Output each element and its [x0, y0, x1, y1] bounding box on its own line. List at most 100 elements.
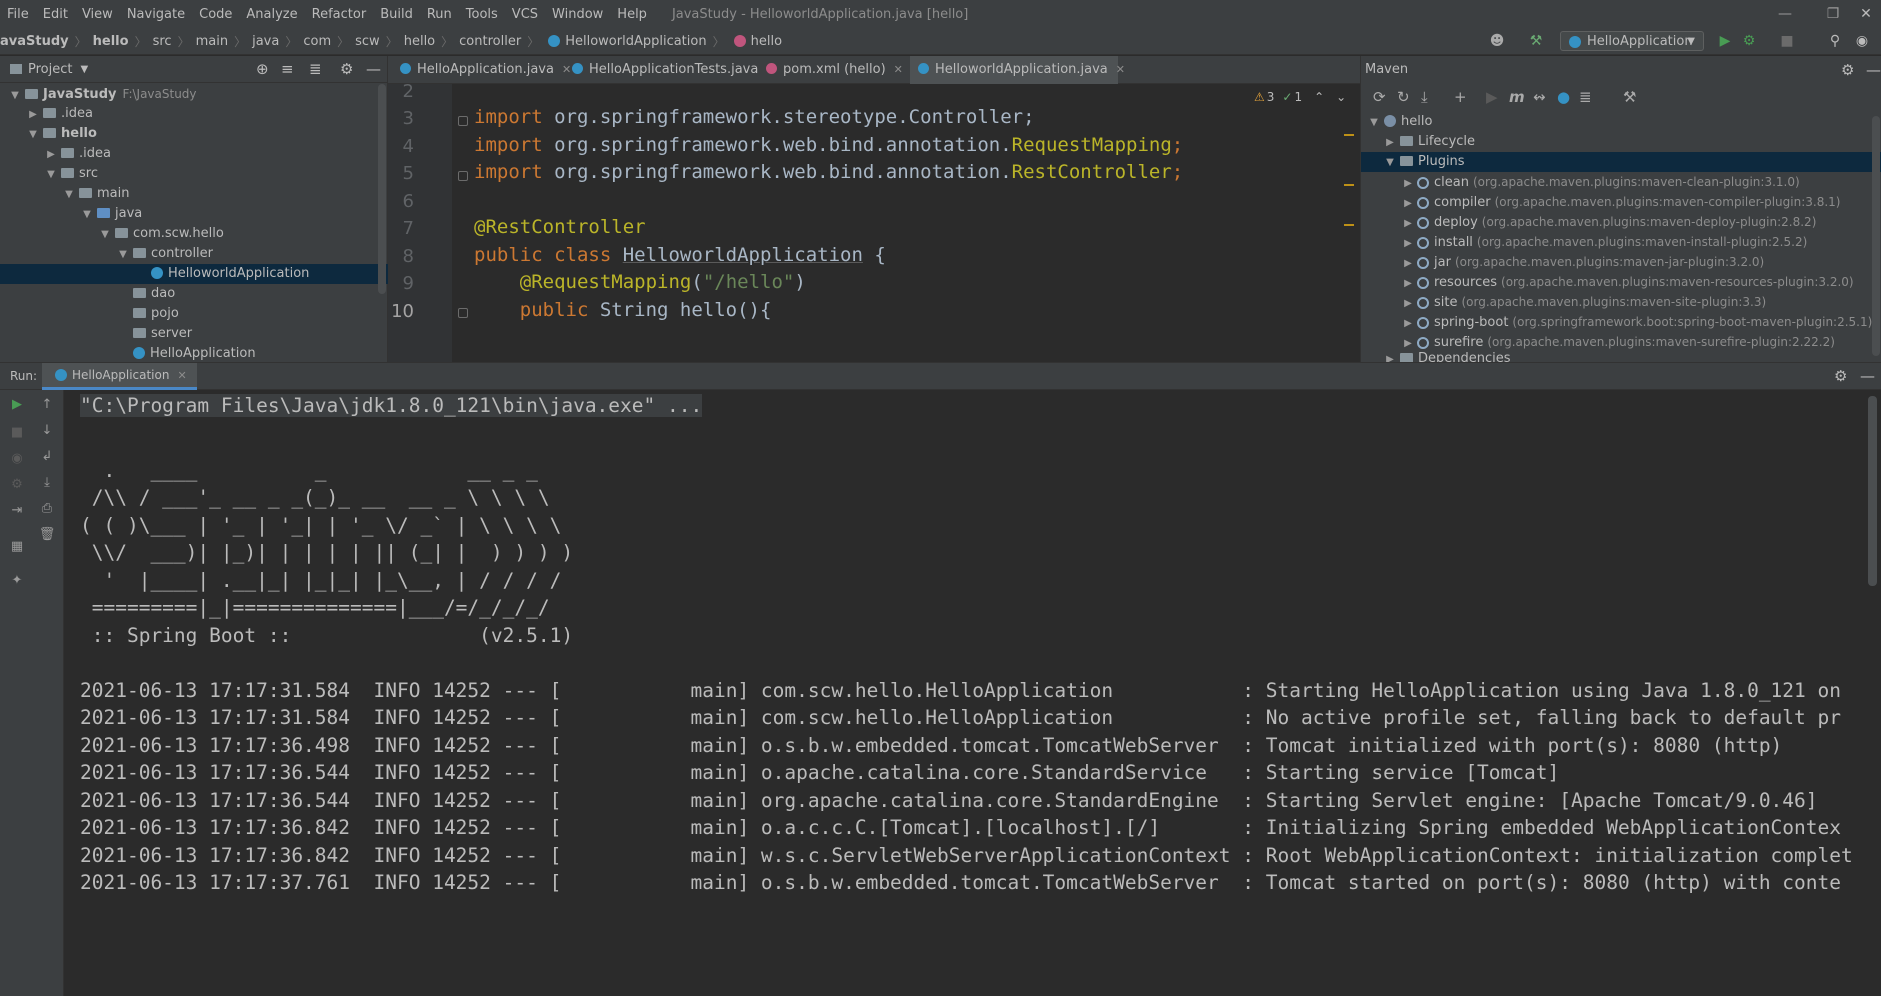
menu-file[interactable]: File — [0, 7, 36, 22]
code-editor[interactable]: 2 3 4 5 6 7 8 9 10 import org.springfram… — [388, 81, 1360, 362]
menu-view[interactable]: View — [75, 7, 120, 22]
gear-icon[interactable]: ⚙ — [340, 60, 353, 78]
arrow-down-icon[interactable]: ↓ — [38, 422, 56, 440]
menu-edit[interactable]: Edit — [36, 7, 75, 22]
menu-refactor[interactable]: Refactor — [305, 7, 374, 22]
error-stripe-marker[interactable] — [1344, 184, 1354, 186]
reimport-icon[interactable]: ↻ — [1397, 88, 1410, 106]
breadcrumb-item[interactable]: src — [153, 34, 172, 49]
add-icon[interactable]: + — [1454, 88, 1467, 106]
chevron-right-icon[interactable]: ▶ — [1401, 214, 1415, 234]
fold-icon[interactable] — [458, 308, 468, 318]
close-icon[interactable]: ✕ — [177, 369, 186, 382]
breadcrumb-item[interactable]: com — [303, 34, 331, 49]
chevron-right-icon[interactable]: ▶ — [1401, 254, 1415, 274]
stop-icon[interactable]: ■ — [8, 424, 26, 442]
chevron-right-icon[interactable]: ▶ — [1383, 133, 1397, 153]
maven-plugin-clean[interactable]: ▶ clean (org.apache.maven.plugins:maven-cl… — [1361, 172, 1881, 192]
breadcrumb-item[interactable]: main — [196, 34, 228, 49]
maven-item-lifecycle[interactable]: ▶ Lifecycle — [1361, 132, 1881, 152]
tab-helloapplicationtests[interactable]: HelloApplicationTests.java✕ — [564, 56, 776, 84]
breadcrumb-item[interactable]: avaStudy — [0, 34, 69, 49]
wrench-icon[interactable]: ⚒ — [1623, 88, 1636, 106]
chevron-down-icon[interactable]: ▼ — [26, 125, 40, 145]
maven-item-dependencies[interactable]: ▶ Dependencies — [1361, 352, 1881, 362]
maven-plugin-site[interactable]: ▶ site (org.apache.maven.plugins:maven-sit… — [1361, 292, 1881, 312]
tree-item-javastudy[interactable]: ▼ JavaStudy F:\JavaStudy — [0, 84, 396, 104]
chevron-down-icon[interactable]: ▼ — [80, 205, 94, 225]
menu-window[interactable]: Window — [545, 7, 610, 22]
build-hammer-icon[interactable]: ⚒ — [1527, 32, 1545, 50]
debug-icon[interactable]: ⚙ — [1740, 32, 1758, 50]
maven-plugin-resources[interactable]: ▶ resources (org.apache.maven.plugins:mave… — [1361, 272, 1881, 292]
run-icon[interactable]: ▶ — [1716, 32, 1734, 50]
chevron-up-icon[interactable]: ⌃ — [1314, 90, 1324, 104]
chevron-right-icon[interactable]: ▶ — [1401, 174, 1415, 194]
chevron-down-icon[interactable]: ▼ — [1383, 153, 1397, 173]
tab-helloapplication[interactable]: HelloApplication.java ✕ — [392, 56, 571, 84]
scrollbar[interactable] — [1868, 396, 1877, 586]
breadcrumb-item[interactable]: hello — [404, 34, 435, 49]
chevron-down-icon[interactable]: ▼ — [80, 64, 88, 75]
chevron-down-icon[interactable]: ▼ — [44, 165, 58, 185]
stop-icon[interactable]: ■ — [1778, 32, 1796, 50]
settings-icon[interactable]: ⚙ — [8, 476, 26, 494]
error-stripe-marker[interactable] — [1344, 224, 1354, 226]
tab-run-helloapplication[interactable]: HelloApplication ✕ — [42, 363, 197, 390]
scrollbar[interactable] — [378, 84, 386, 294]
run-config-select[interactable]: HelloApplication ▼ — [1560, 31, 1704, 51]
expand-all-icon[interactable]: ≡ — [281, 60, 294, 78]
chevron-right-icon[interactable]: ▶ — [1383, 353, 1397, 362]
hide-icon[interactable]: — — [1866, 61, 1881, 79]
hide-icon[interactable]: — — [366, 60, 381, 78]
arrow-up-icon[interactable]: ↑ — [38, 396, 56, 414]
fold-icon[interactable] — [458, 116, 468, 126]
menu-navigate[interactable]: Navigate — [120, 7, 192, 22]
maven-plugin-install[interactable]: ▶ install (org.apache.maven.plugins:maven-… — [1361, 232, 1881, 252]
error-stripe-marker[interactable] — [1344, 134, 1354, 136]
chevron-right-icon[interactable]: ▶ — [1401, 234, 1415, 254]
camera-icon[interactable]: ◉ — [8, 450, 26, 468]
chevron-right-icon[interactable]: ▶ — [1401, 334, 1415, 354]
maven-plugin-spring-boot[interactable]: ▶ spring-boot (org.springframework.boot:sp… — [1361, 312, 1881, 332]
breadcrumb-item[interactable]: java — [252, 34, 279, 49]
tree-item-hello[interactable]: ▼ hello — [0, 124, 414, 144]
chevron-down-icon[interactable]: ▼ — [98, 225, 112, 245]
close-icon[interactable]: ✕ — [1846, 4, 1881, 24]
toggle-offline-icon[interactable]: ↭ — [1533, 88, 1546, 106]
breadcrumb-item[interactable]: scw — [355, 34, 380, 49]
chevron-down-icon[interactable]: ▼ — [8, 86, 22, 106]
print-icon[interactable]: ⎙ — [38, 500, 56, 518]
close-icon[interactable]: ✕ — [1116, 63, 1125, 76]
breadcrumb-item[interactable]: hello — [93, 34, 129, 49]
gear-icon[interactable]: ⚙ — [1841, 61, 1854, 79]
chevron-right-icon[interactable]: ▶ — [1401, 314, 1415, 334]
rerun-icon[interactable]: ▶ — [8, 396, 26, 414]
menu-help[interactable]: Help — [610, 7, 654, 22]
tree-item-idea[interactable]: ▶ .idea — [0, 104, 414, 124]
chevron-down-icon[interactable]: ▼ — [1367, 113, 1381, 133]
maven-plugin-jar[interactable]: ▶ jar (org.apache.maven.plugins:maven-jar-… — [1361, 252, 1881, 272]
locate-icon[interactable]: ⊕ — [256, 60, 269, 78]
reload-icon[interactable]: ⟳ — [1373, 88, 1386, 106]
download-icon[interactable]: ⤓ — [1421, 88, 1428, 106]
console-output[interactable]: "C:\Program Files\Java\jdk1.8.0_121\bin\… — [64, 390, 1881, 996]
maven-item-plugins[interactable]: ▼ Plugins — [1361, 152, 1881, 172]
tree-item-src[interactable]: ▼ src — [0, 164, 432, 184]
trash-icon[interactable]: 🗑 — [38, 526, 56, 544]
chevron-right-icon[interactable]: ▶ — [1401, 194, 1415, 214]
inspection-widget[interactable]: ⚠ 3 ✓ 1 ⌃ ⌄ — [1254, 90, 1346, 104]
menu-code[interactable]: Code — [192, 7, 239, 22]
maven-plugin-compiler[interactable]: ▶ compiler (org.apache.maven.plugins:maven… — [1361, 192, 1881, 212]
collapse-all-icon[interactable]: ≣ — [1579, 88, 1592, 106]
tab-helloworldapplication[interactable]: HelloworldApplication.java ✕ — [910, 56, 1125, 87]
ide-logo-icon[interactable]: ◉ — [1853, 32, 1871, 50]
exit-icon[interactable]: ⇥ — [8, 502, 26, 520]
tree-item-idea[interactable]: ▶ .idea — [0, 144, 432, 164]
menu-tools[interactable]: Tools — [459, 7, 505, 22]
chevron-right-icon[interactable]: ▶ — [44, 145, 58, 165]
run-icon[interactable]: ▶ — [1486, 88, 1498, 106]
skip-tests-icon[interactable]: ● — [1557, 88, 1570, 106]
chevron-right-icon[interactable]: ▶ — [1401, 294, 1415, 314]
chevron-down-icon[interactable]: ⌄ — [1336, 90, 1346, 104]
